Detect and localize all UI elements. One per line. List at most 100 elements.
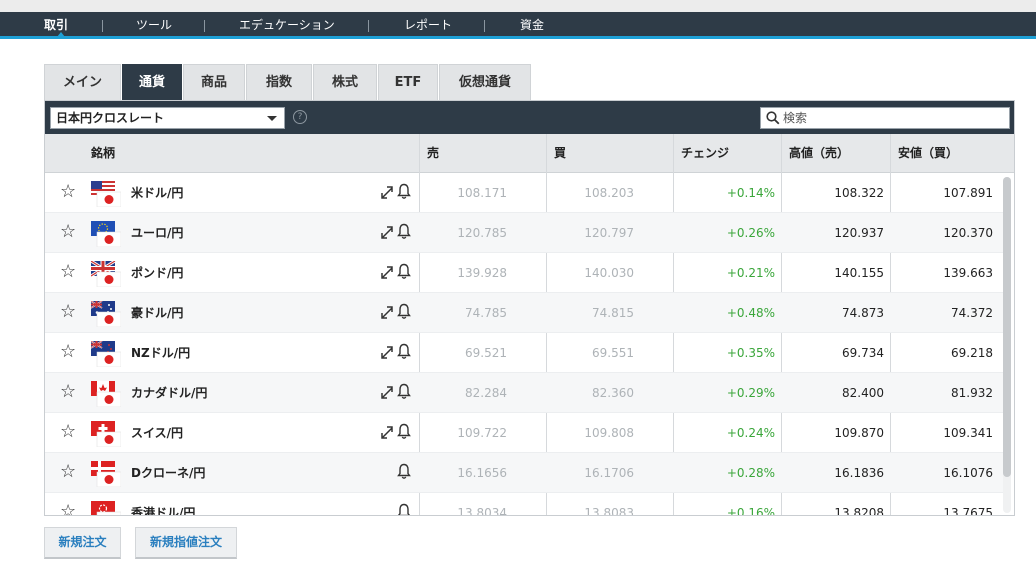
tab-currency[interactable]: 通貨 [122, 64, 182, 100]
tab-crypto[interactable]: 仮想通貨 [439, 64, 531, 100]
table-row[interactable]: ☆ Dクローネ/円 16.1656 16.1706 +0.28% 16.1836 16.10… [45, 453, 1005, 493]
header-symbol[interactable]: 銘柄 [91, 134, 115, 173]
header-bid[interactable]: 売 [427, 134, 439, 173]
bid-price[interactable]: 74.785 [420, 293, 507, 333]
trade-arrows-icon[interactable] [380, 224, 394, 240]
nav-item-funds[interactable]: 資金 [520, 12, 544, 39]
high-price: 108.322 [834, 186, 884, 200]
table-row[interactable]: ☆ 豪ドル/円 74.785 74.815 +0.48% 74.873 74.372 [45, 293, 1005, 333]
bid-price[interactable]: 69.521 [420, 333, 507, 373]
bid-price[interactable]: 13.8034 [420, 493, 507, 515]
table-row[interactable]: ☆ スイス/円 109.722 109.808 +0.24% 109.870 109.341 [45, 413, 1005, 453]
pair-name[interactable]: NZドル/円 [131, 333, 190, 373]
tab-main[interactable]: メイン [44, 64, 121, 100]
tab-commodities[interactable]: 商品 [183, 64, 245, 100]
pair-name[interactable]: スイス/円 [131, 413, 183, 453]
high-price: 109.870 [834, 426, 884, 440]
bid-price[interactable]: 139.928 [420, 253, 507, 293]
table-row[interactable]: ☆ NZドル/円 69.521 69.551 +0.35% 69.734 69.218 [45, 333, 1005, 373]
change-percent: +0.21% [726, 266, 775, 280]
gb-flag-icon [91, 261, 121, 287]
favorite-star-icon[interactable]: ☆ [60, 503, 76, 516]
bell-icon[interactable] [397, 223, 411, 240]
tab-etf[interactable]: ETF [378, 64, 438, 100]
ask-price[interactable]: 108.203 [547, 173, 634, 213]
new-order-button[interactable]: 新規注文 [44, 527, 121, 559]
ask-price[interactable]: 140.030 [547, 253, 634, 293]
bell-icon[interactable] [397, 263, 411, 280]
bell-icon[interactable] [397, 383, 411, 400]
ask-price[interactable]: 74.815 [547, 293, 634, 333]
pair-name[interactable]: 香港ドル/円 [131, 493, 195, 515]
favorite-star-icon[interactable]: ☆ [60, 423, 76, 441]
nav-separator [102, 20, 103, 32]
low-price: 139.663 [943, 266, 993, 280]
nav-item-education[interactable]: エデュケーション [239, 12, 335, 39]
change-percent: +0.48% [726, 306, 775, 320]
table-row[interactable]: ☆ ポンド/円 139.928 140.030 +0.21% 140.155 139.663 [45, 253, 1005, 293]
table-row[interactable]: ☆ 香港ドル/円 13.8034 13.8083 +0.16% 13.8208 13.767… [45, 493, 1005, 516]
nav-item-reports[interactable]: レポート [404, 12, 452, 39]
pair-name[interactable]: ユーロ/円 [131, 213, 183, 253]
ask-price[interactable]: 120.797 [547, 213, 634, 253]
favorite-star-icon[interactable]: ☆ [60, 223, 76, 241]
bid-price[interactable]: 120.785 [420, 213, 507, 253]
bell-icon[interactable] [397, 303, 411, 320]
ask-price[interactable]: 13.8083 [547, 493, 634, 515]
ask-price[interactable]: 109.808 [547, 413, 634, 453]
help-icon[interactable]: ? [293, 110, 307, 124]
favorite-star-icon[interactable]: ☆ [60, 463, 76, 481]
bid-price[interactable]: 82.284 [420, 373, 507, 413]
bell-icon[interactable] [397, 463, 411, 480]
trade-arrows-icon[interactable] [380, 304, 394, 320]
ask-price[interactable]: 69.551 [547, 333, 634, 373]
bell-icon[interactable] [397, 423, 411, 440]
cross-rate-select[interactable]: 日本円クロスレート [50, 107, 285, 129]
pair-name[interactable]: カナダドル/円 [131, 373, 207, 413]
favorite-star-icon[interactable]: ☆ [60, 183, 76, 201]
search-placeholder: 検索 [783, 111, 808, 125]
header-ask[interactable]: 買 [554, 134, 566, 173]
tab-indices[interactable]: 指数 [246, 64, 312, 100]
header-change[interactable]: チェンジ [681, 134, 729, 173]
ask-price[interactable]: 82.360 [547, 373, 634, 413]
header-low[interactable]: 安値（買） [898, 134, 958, 173]
favorite-star-icon[interactable]: ☆ [60, 263, 76, 281]
ca-flag-icon [91, 381, 121, 407]
trade-arrows-icon[interactable] [380, 264, 394, 280]
bid-price[interactable]: 16.1656 [420, 453, 507, 493]
table-row[interactable]: ☆ 米ドル/円 108.171 108.203 +0.14% 108.322 107.891 [45, 173, 1005, 213]
bell-icon[interactable] [397, 183, 411, 200]
trade-arrows-icon[interactable] [380, 384, 394, 400]
favorite-star-icon[interactable]: ☆ [60, 303, 76, 321]
change-percent: +0.24% [726, 426, 775, 440]
nav-item-tools[interactable]: ツール [136, 12, 172, 39]
low-price: 81.932 [951, 386, 993, 400]
nav-separator [484, 20, 485, 32]
header-high[interactable]: 高値（売） [789, 134, 849, 173]
low-price: 107.891 [943, 186, 993, 200]
pair-name[interactable]: Dクローネ/円 [131, 453, 205, 493]
ask-price[interactable]: 16.1706 [547, 453, 634, 493]
bell-icon[interactable] [397, 343, 411, 360]
trade-arrows-icon[interactable] [380, 184, 394, 200]
bell-icon[interactable] [397, 503, 411, 516]
search-icon [766, 111, 780, 125]
pair-name[interactable]: 米ドル/円 [131, 173, 183, 213]
bid-price[interactable]: 108.171 [420, 173, 507, 213]
favorite-star-icon[interactable]: ☆ [60, 343, 76, 361]
high-price: 13.8208 [834, 506, 884, 516]
trade-arrows-icon[interactable] [380, 424, 394, 440]
pair-name[interactable]: ポンド/円 [131, 253, 183, 293]
bid-price[interactable]: 109.722 [420, 413, 507, 453]
scrollbar-thumb[interactable] [1003, 177, 1011, 477]
search-input[interactable]: 検索 [760, 107, 1010, 129]
change-percent: +0.14% [726, 186, 775, 200]
trade-arrows-icon[interactable] [380, 344, 394, 360]
table-row[interactable]: ☆ カナダドル/円 82.284 82.360 +0.29% 82.400 81.932 [45, 373, 1005, 413]
new-limit-order-button[interactable]: 新規指値注文 [135, 527, 237, 559]
table-row[interactable]: ☆ ユーロ/円 120.785 120.797 +0.26% 120.937 120.370 [45, 213, 1005, 253]
tab-stocks[interactable]: 株式 [313, 64, 377, 100]
favorite-star-icon[interactable]: ☆ [60, 383, 76, 401]
pair-name[interactable]: 豪ドル/円 [131, 293, 183, 333]
